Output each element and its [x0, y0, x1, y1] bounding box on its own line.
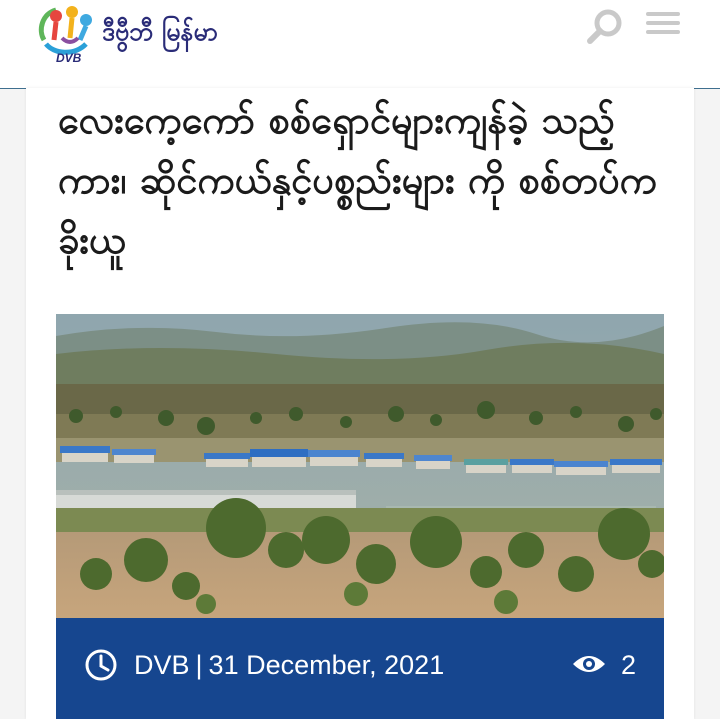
article-meta-bar: DVB | 31 December, 2021 2	[56, 618, 664, 719]
menu-line	[646, 30, 680, 34]
clock-icon	[84, 648, 118, 682]
article-date: 31 December, 2021	[208, 650, 445, 680]
dvb-logo[interactable]: DVB	[34, 2, 106, 65]
search-button[interactable]	[586, 8, 624, 46]
svg-text:DVB: DVB	[56, 51, 82, 64]
article-source[interactable]: DVB	[134, 650, 190, 680]
hamburger-menu-button[interactable]	[646, 12, 682, 38]
article-photo[interactable]	[56, 314, 664, 618]
search-icon	[587, 9, 622, 44]
eye-icon	[571, 652, 607, 676]
byline-separator: |	[195, 650, 203, 680]
site-header: DVB ဒီဗွီဘီ မြန်မာ	[0, 0, 720, 89]
menu-line	[646, 21, 680, 25]
menu-line	[646, 12, 680, 16]
page: DVB ဒီဗွီဘီ မြန်မာ လေးကေ့ကော် စစ်ရှောင်မ…	[0, 0, 720, 719]
article-title[interactable]: လေးကေ့ကော် စစ်ရှောင်များကျန်ခဲ့ သည့် ကား…	[58, 90, 668, 270]
view-count: 2	[621, 650, 637, 680]
site-name[interactable]: ဒီဗွီဘီ မြန်မာ	[102, 16, 218, 53]
article-byline: DVB | 31 December, 2021	[134, 650, 444, 681]
